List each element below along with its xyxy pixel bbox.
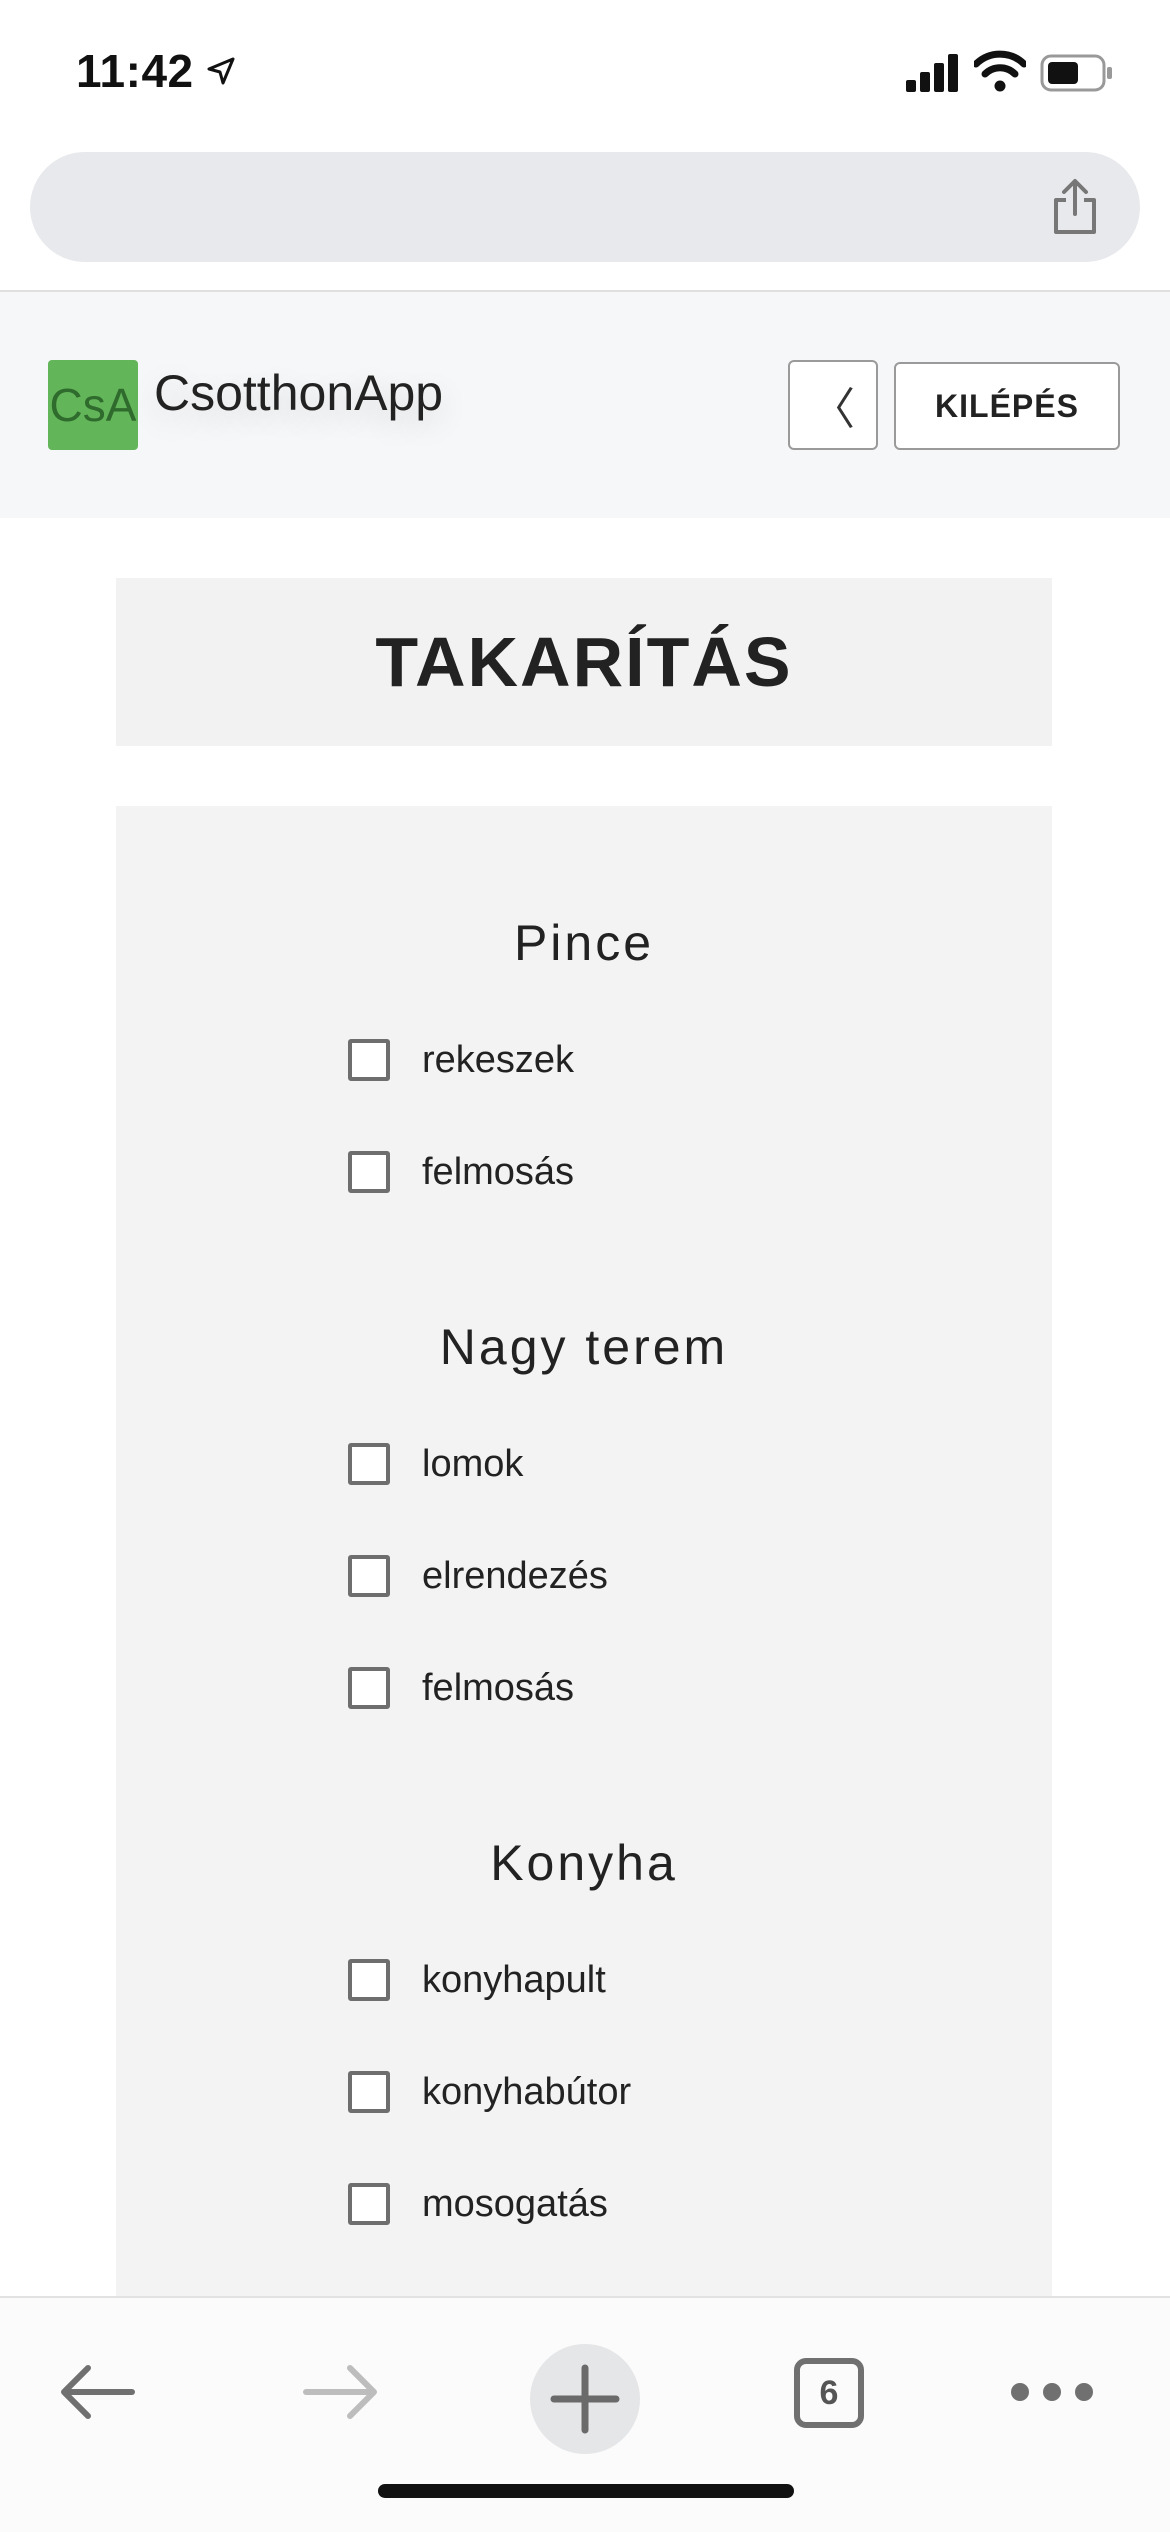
task-label: rekeszek	[422, 1038, 575, 1081]
task-checkbox[interactable]	[348, 2183, 390, 2225]
task-label: felmosás	[422, 1666, 575, 1709]
share-icon[interactable]	[1050, 178, 1100, 236]
task-label: konyhapult	[422, 1958, 606, 2001]
task-checkbox[interactable]	[348, 2071, 390, 2113]
section-title: Konyha	[490, 1835, 678, 1891]
task-item[interactable]: rekeszek	[348, 1038, 574, 1082]
task-checkbox[interactable]	[348, 1039, 390, 1081]
app-logo[interactable]: CsA	[48, 360, 138, 450]
task-item[interactable]: elrendezés	[348, 1554, 608, 1598]
app-brand[interactable]: CsotthonApp	[154, 364, 443, 422]
task-label: lomok	[422, 1442, 524, 1485]
battery-icon	[1040, 54, 1112, 92]
task-checkbox[interactable]	[348, 1667, 390, 1709]
wifi-icon	[974, 50, 1026, 92]
tabs-button[interactable]: 6	[794, 2358, 864, 2428]
status-bar: 11:42	[0, 0, 1170, 140]
task-item[interactable]: konyhabútor	[348, 2070, 631, 2114]
location-arrow-icon	[207, 57, 235, 85]
task-item[interactable]: felmosás	[348, 1666, 574, 1710]
app-header: CsA CsotthonApp 〈 KILÉPÉS	[0, 292, 1170, 518]
section-title: Pince	[513, 915, 655, 971]
more-icon[interactable]	[1010, 2380, 1094, 2404]
chevron-left-icon: 〈	[811, 385, 855, 434]
new-tab-button[interactable]	[530, 2344, 640, 2454]
task-label: konyhabútor	[422, 2070, 632, 2113]
back-arrow-icon[interactable]	[58, 2362, 138, 2422]
task-label: felmosás	[422, 1150, 575, 1193]
task-label: mosogatás	[422, 2182, 608, 2225]
forward-arrow-icon[interactable]	[300, 2362, 380, 2422]
tasks-card: Pince rekeszek felmosás Nagy terem lomok…	[116, 806, 1052, 2296]
page-title: TAKARÍTÁS	[375, 623, 793, 701]
task-item[interactable]: mosogatás	[348, 2182, 608, 2226]
title-card: TAKARÍTÁS	[116, 578, 1052, 746]
plus-icon	[550, 2364, 620, 2434]
task-checkbox[interactable]	[348, 1151, 390, 1193]
task-item[interactable]: lomok	[348, 1442, 523, 1486]
task-item[interactable]: felmosás	[348, 1150, 574, 1194]
logout-button[interactable]: KILÉPÉS	[894, 362, 1120, 450]
task-checkbox[interactable]	[348, 1555, 390, 1597]
task-checkbox[interactable]	[348, 1443, 390, 1485]
home-indicator	[378, 2484, 794, 2498]
task-checkbox[interactable]	[348, 1959, 390, 2001]
back-button[interactable]: 〈	[788, 360, 878, 450]
url-bar[interactable]	[30, 152, 1140, 262]
task-label: elrendezés	[422, 1554, 608, 1597]
section-title: Nagy terem	[439, 1319, 729, 1375]
signal-icon	[906, 54, 958, 92]
status-time: 11:42	[76, 45, 194, 97]
task-item[interactable]: konyhapult	[348, 1958, 606, 2002]
